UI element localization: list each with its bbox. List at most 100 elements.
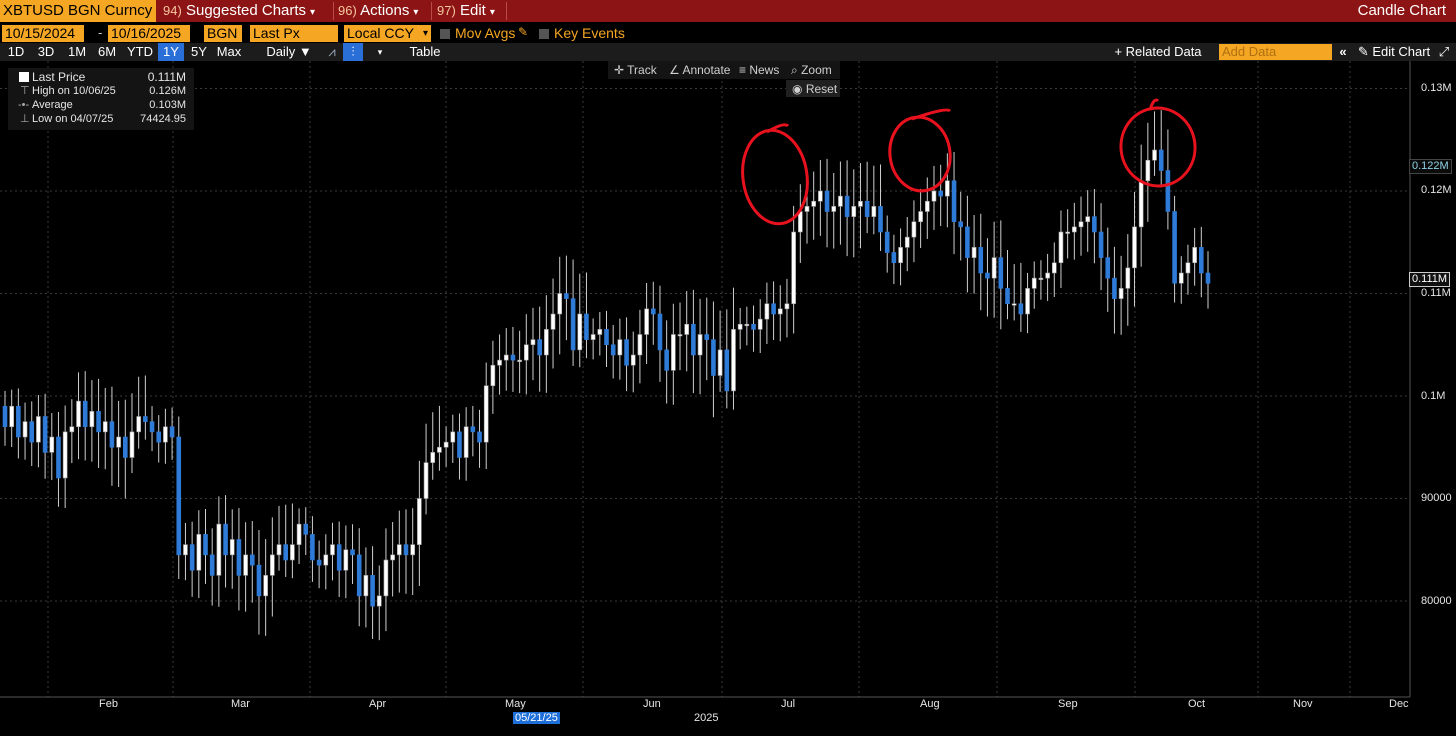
reset-icon: ◉ (792, 82, 806, 96)
chart-style-dropdown-icon[interactable]: ▾ (372, 43, 388, 61)
y-tick-label: 0.12M (1421, 184, 1452, 196)
related-data-button[interactable]: + Related Data (1106, 43, 1210, 61)
price-chart[interactable] (0, 61, 1456, 736)
candle (477, 409, 482, 468)
candle-body-up (376, 595, 382, 607)
candle-body-up (102, 421, 108, 433)
candle (884, 215, 890, 273)
candle-body-up (62, 431, 68, 479)
candle-body-down (691, 323, 696, 356)
edit-menu[interactable]: 97) Edit ▾ (437, 0, 495, 22)
candle (998, 220, 1004, 330)
candle (537, 306, 542, 392)
period-button-1d[interactable]: 1D (2, 43, 30, 61)
candle-body-up (764, 303, 770, 320)
pencil-icon[interactable]: ✎ (518, 25, 528, 39)
candle (704, 297, 710, 381)
candle-body-up (463, 426, 469, 458)
divider (506, 2, 507, 20)
expand-icon[interactable]: ⤢ (1436, 43, 1452, 61)
candle (296, 508, 302, 565)
candle (96, 378, 101, 468)
period-button-5y[interactable]: 5Y (184, 43, 214, 61)
candle-body-up (1038, 277, 1044, 280)
period-button-3d[interactable]: 3D (30, 43, 62, 61)
candle (236, 508, 242, 611)
candle (523, 314, 529, 395)
candle-body-down (96, 411, 101, 433)
actions-menu[interactable]: 96) Actions ▾ (338, 0, 418, 22)
currency-selector[interactable]: Local CCY (344, 25, 420, 42)
candle-body-up (183, 544, 188, 556)
mov-avgs-checkbox[interactable] (440, 29, 450, 39)
currency-dropdown-icon[interactable]: ▾ (420, 25, 431, 42)
candle-body-up (677, 334, 683, 337)
candle-body-up (296, 523, 302, 545)
candle-body-up (503, 354, 509, 361)
track-tool[interactable]: ✛ Track (614, 61, 657, 79)
candle (123, 399, 128, 499)
candle (530, 307, 536, 381)
end-date-field[interactable]: 10/16/2025 (108, 25, 190, 42)
candle (216, 496, 222, 607)
pricing-source-field[interactable]: BGN (204, 25, 242, 42)
security-ticker[interactable]: XBTUSD BGN Curncy (0, 0, 156, 22)
candle (443, 426, 449, 467)
candle (129, 393, 135, 474)
parameter-bar: 10/15/2024 ▤ - 10/16/2025 ▤ BGN Last Px … (0, 24, 1456, 43)
price-field-selector[interactable]: Last Px (250, 25, 338, 42)
collapse-chevron-icon[interactable]: « (1336, 43, 1350, 61)
candle (1038, 260, 1044, 300)
candle-body-up (858, 200, 863, 207)
add-data-input[interactable]: Add Data (1219, 44, 1332, 60)
candle-body-up (330, 544, 335, 556)
candle-body-down (610, 344, 616, 356)
zoom-tool[interactable]: ⌕ Zoom (791, 61, 832, 79)
x-month-label: May (505, 698, 526, 710)
candle-body-up (630, 354, 636, 366)
period-button-1m[interactable]: 1M (62, 43, 92, 61)
candle-body-down (350, 549, 355, 556)
start-date-field[interactable]: 10/15/2024 (2, 25, 84, 42)
candle (711, 301, 716, 418)
candle-body-up (136, 416, 141, 433)
frequency-selector[interactable]: Daily ▼ (263, 43, 315, 61)
divider (333, 2, 334, 20)
last-price-swatch-icon[interactable] (19, 72, 29, 82)
period-button-6m[interactable]: 6M (92, 43, 122, 61)
key-events-checkbox[interactable] (539, 29, 549, 39)
candle-body-down (1105, 257, 1111, 279)
candle (657, 285, 663, 382)
candle-body-up (363, 575, 369, 597)
candle-chart-icon[interactable]: ⫶ (343, 43, 363, 61)
candle-body-up (243, 554, 248, 576)
period-button-1y[interactable]: 1Y (158, 43, 184, 61)
caret-down-icon: ▾ (413, 7, 419, 18)
candle (978, 213, 984, 311)
candle (644, 283, 649, 365)
candle (437, 405, 442, 471)
candle-body-up (851, 206, 857, 217)
table-button[interactable]: Table (404, 43, 446, 61)
suggested-charts-menu[interactable]: 94) Suggested Charts ▾ (163, 0, 315, 22)
period-button-ytd[interactable]: YTD (122, 43, 158, 61)
candle-body-down (891, 252, 897, 264)
edit-chart-button[interactable]: ✎ Edit Chart (1356, 43, 1432, 61)
candle (343, 525, 349, 599)
candle-body-up (1045, 272, 1050, 279)
candle-body-down (123, 436, 128, 458)
candle-body-up (1145, 159, 1151, 182)
annotate-tool[interactable]: ∠ Annotate (669, 61, 730, 79)
candle-body-down (203, 534, 208, 556)
calendar-icon[interactable]: ▤ (84, 25, 95, 42)
line-chart-icon[interactable]: ⩘ (322, 43, 342, 61)
news-tool[interactable]: ≡ News (739, 61, 779, 79)
candle-body-up (991, 257, 997, 279)
period-button-max[interactable]: Max (214, 43, 244, 61)
candle (904, 216, 910, 272)
candle-body-up (390, 554, 395, 561)
calendar-icon[interactable]: ▤ (189, 25, 200, 42)
candle (811, 171, 816, 240)
candle (397, 510, 402, 593)
candle-body-up (1125, 267, 1131, 289)
